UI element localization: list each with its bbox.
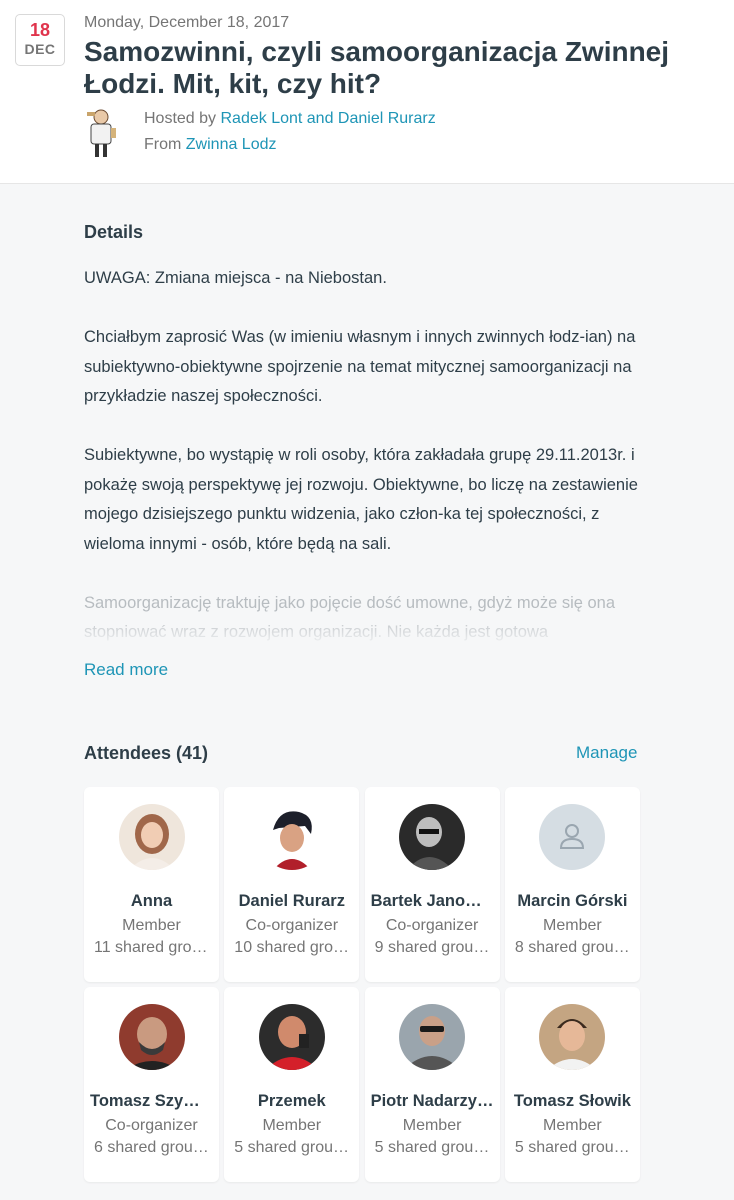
photo-man-bw-icon	[399, 804, 466, 870]
attendee-shared-groups: 10 shared groups	[234, 939, 359, 956]
details-paragraph: UWAGA: Zmiana miejsca - na Niebostan.	[84, 269, 387, 287]
details-body: UWAGA: Zmiana miejsca - na Niebostan. Ch…	[84, 264, 644, 644]
attendee-name: Daniel Rurarz	[238, 892, 345, 910]
attendee-shared-groups: 9 shared groups	[374, 939, 491, 956]
attendee-role: Member	[122, 917, 181, 934]
manage-link[interactable]: Manage	[576, 743, 637, 763]
attendee-shared-groups: 11 shared groups	[94, 939, 218, 956]
details-fade-overlay	[84, 615, 644, 647]
attendees-grid: Anna Member 11 shared groups Daniel Rura…	[84, 787, 640, 1182]
attendee-role: Co-organizer	[105, 1117, 198, 1134]
attendee-role: Member	[543, 917, 602, 934]
details-heading: Details	[84, 222, 144, 242]
date-month: DEC	[24, 41, 56, 57]
attendee-shared-groups: 8 shared groups	[514, 939, 631, 956]
date-day: 18	[29, 20, 51, 40]
from-prefix: From	[144, 136, 182, 153]
attendee-card[interactable]: Tomasz Szymański Co-organizer 6 shared g…	[84, 987, 219, 1182]
attendee-card[interactable]: Przemek Member 5 shared groups	[224, 987, 360, 1182]
attendee-card[interactable]: Tomasz Słowik Member 5 shared groups	[504, 987, 640, 1182]
attendee-name: Anna	[130, 892, 173, 910]
attendee-name: Bartek Janowski	[370, 892, 500, 910]
hosts-link[interactable]: Radek Lont and Daniel Rurarz	[221, 110, 436, 127]
hosted-by-line: Hosted by Radek Lont and Daniel Rurarz	[144, 110, 436, 128]
attendee-shared-groups: 5 shared groups	[234, 1139, 350, 1156]
attendee-shared-groups: 5 shared groups	[374, 1139, 491, 1156]
photo-woman-icon	[118, 804, 185, 870]
default-user-icon	[539, 804, 606, 870]
attendee-shared-groups: 5 shared groups	[514, 1139, 631, 1156]
details-paragraph: Chciałbym zaprosić Was (w imieniu własny…	[84, 328, 636, 405]
attendee-name: Przemek	[257, 1092, 326, 1110]
attendee-name: Tomasz Szymański	[90, 1092, 219, 1110]
event-date: Monday, December 18, 2017	[84, 14, 290, 31]
photo-man-dark-hair-icon	[258, 804, 325, 870]
attendees-heading: Attendees (41)	[84, 743, 209, 763]
photo-man-red-icon	[258, 1004, 325, 1070]
hosted-by-prefix: Hosted by	[144, 110, 217, 127]
attendee-role: Co-organizer	[245, 917, 339, 934]
attendee-name: Marcin Górski	[517, 892, 628, 910]
event-header: 18 DEC Monday, December 18, 2017 Samozwi…	[0, 0, 734, 184]
event-title: Samozwinni, czyli samoorganizacja Zwinne…	[84, 36, 670, 99]
details-paragraph: Subiektywne, bo wystąpię w roli osoby, k…	[84, 446, 638, 553]
attendee-card[interactable]: Bartek Janowski Co-organizer 9 shared gr…	[364, 787, 500, 982]
from-group-line: From Zwinna Lodz	[144, 136, 277, 154]
photo-man-smiling-icon	[539, 1004, 606, 1070]
group-link[interactable]: Zwinna Lodz	[186, 136, 277, 153]
attendee-role: Member	[402, 1117, 462, 1134]
photo-man-bald-icon	[118, 1004, 185, 1070]
attendee-role: Member	[543, 1117, 602, 1134]
host-avatar-icon[interactable]	[86, 108, 120, 158]
photo-man-sunglasses-icon	[399, 1004, 466, 1070]
attendee-card[interactable]: Marcin Górski Member 8 shared groups	[504, 787, 640, 982]
read-more-link[interactable]: Read more	[84, 660, 168, 680]
date-badge: 18 DEC	[15, 14, 65, 66]
attendee-name: Piotr Nadarzyński	[370, 1092, 500, 1110]
attendee-name: Tomasz Słowik	[513, 1092, 631, 1110]
attendee-card[interactable]: Daniel Rurarz Co-organizer 10 shared gro…	[224, 787, 360, 982]
attendee-role: Co-organizer	[385, 917, 479, 934]
attendee-role: Member	[262, 1117, 322, 1134]
attendee-card[interactable]: Anna Member 11 shared groups	[84, 787, 219, 982]
attendee-shared-groups: 6 shared groups	[94, 1139, 210, 1156]
attendee-card[interactable]: Piotr Nadarzyński Member 5 shared groups	[364, 987, 500, 1182]
